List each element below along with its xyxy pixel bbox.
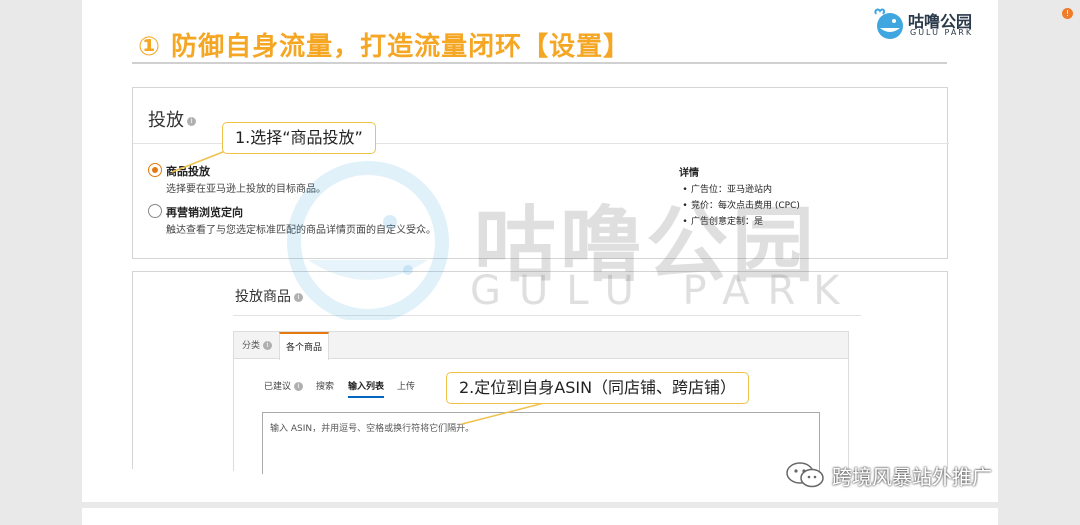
callout-step-1: 1.选择“商品投放” <box>222 122 376 154</box>
wechat-account-name: 跨境风暴站外推广 <box>832 465 992 489</box>
callout-pointer-2 <box>461 401 549 425</box>
callout-pointers <box>171 149 549 425</box>
callout-pointer-1 <box>171 149 229 173</box>
wechat-account-badge: 跨境风暴站外推广 <box>784 458 1054 490</box>
callout-step-2: 2.定位到自身ASIN（同店铺、跨店铺） <box>446 372 750 404</box>
wechat-icon <box>786 462 824 488</box>
